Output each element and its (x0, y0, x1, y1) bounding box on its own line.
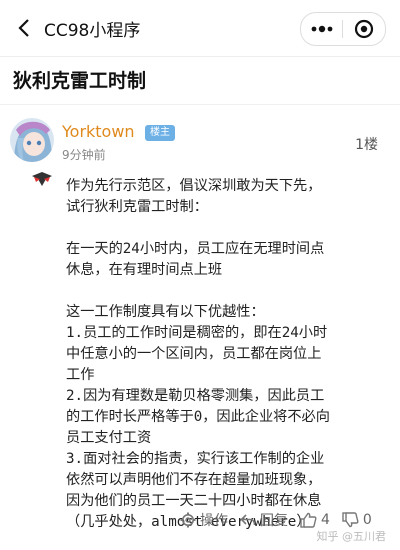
post-time: 9分钟前 (62, 148, 106, 162)
post-title: 狄利克雷工时制 (13, 70, 147, 92)
close-button[interactable] (343, 13, 384, 45)
chevron-left-icon (18, 19, 29, 37)
target-close-icon (354, 19, 373, 39)
more-dots-icon (311, 25, 332, 33)
status-badge: 楼主 (145, 125, 175, 141)
title-divider (0, 104, 400, 105)
post-content: 作为先行示范区，倡议深圳敢为天下先， 试行狄利克雷工时制： 在一天的24小时内，… (66, 178, 330, 530)
operate-label: 操作 (200, 513, 228, 529)
thumbs-down-icon (342, 512, 359, 528)
author-name[interactable]: Yorktown (62, 122, 135, 141)
mini-program-capsule (300, 12, 386, 46)
dislike-button[interactable]: 0 (342, 512, 372, 528)
reply-label: 回复 (260, 513, 288, 529)
avatar[interactable] (10, 118, 54, 162)
dislike-count: 0 (362, 512, 372, 528)
floor-number: 1楼 (355, 137, 378, 153)
like-button[interactable]: 4 (300, 512, 330, 528)
gear-icon (180, 512, 196, 528)
more-button[interactable] (301, 13, 342, 45)
thumbs-up-icon (300, 512, 317, 528)
like-count: 4 (321, 512, 330, 528)
anime-avatar-image (10, 118, 54, 162)
back-button[interactable] (12, 14, 36, 42)
app-title: CC98小程序 (44, 21, 141, 41)
top-navigation-bar: CC98小程序 (0, 0, 400, 57)
reply-arrow-icon (240, 514, 256, 526)
signature-emblem-icon (32, 172, 52, 186)
reply-button[interactable]: 回复 (240, 510, 288, 530)
operate-button[interactable]: 操作 (180, 510, 228, 530)
watermark: 知乎 @五川君 (316, 530, 387, 543)
